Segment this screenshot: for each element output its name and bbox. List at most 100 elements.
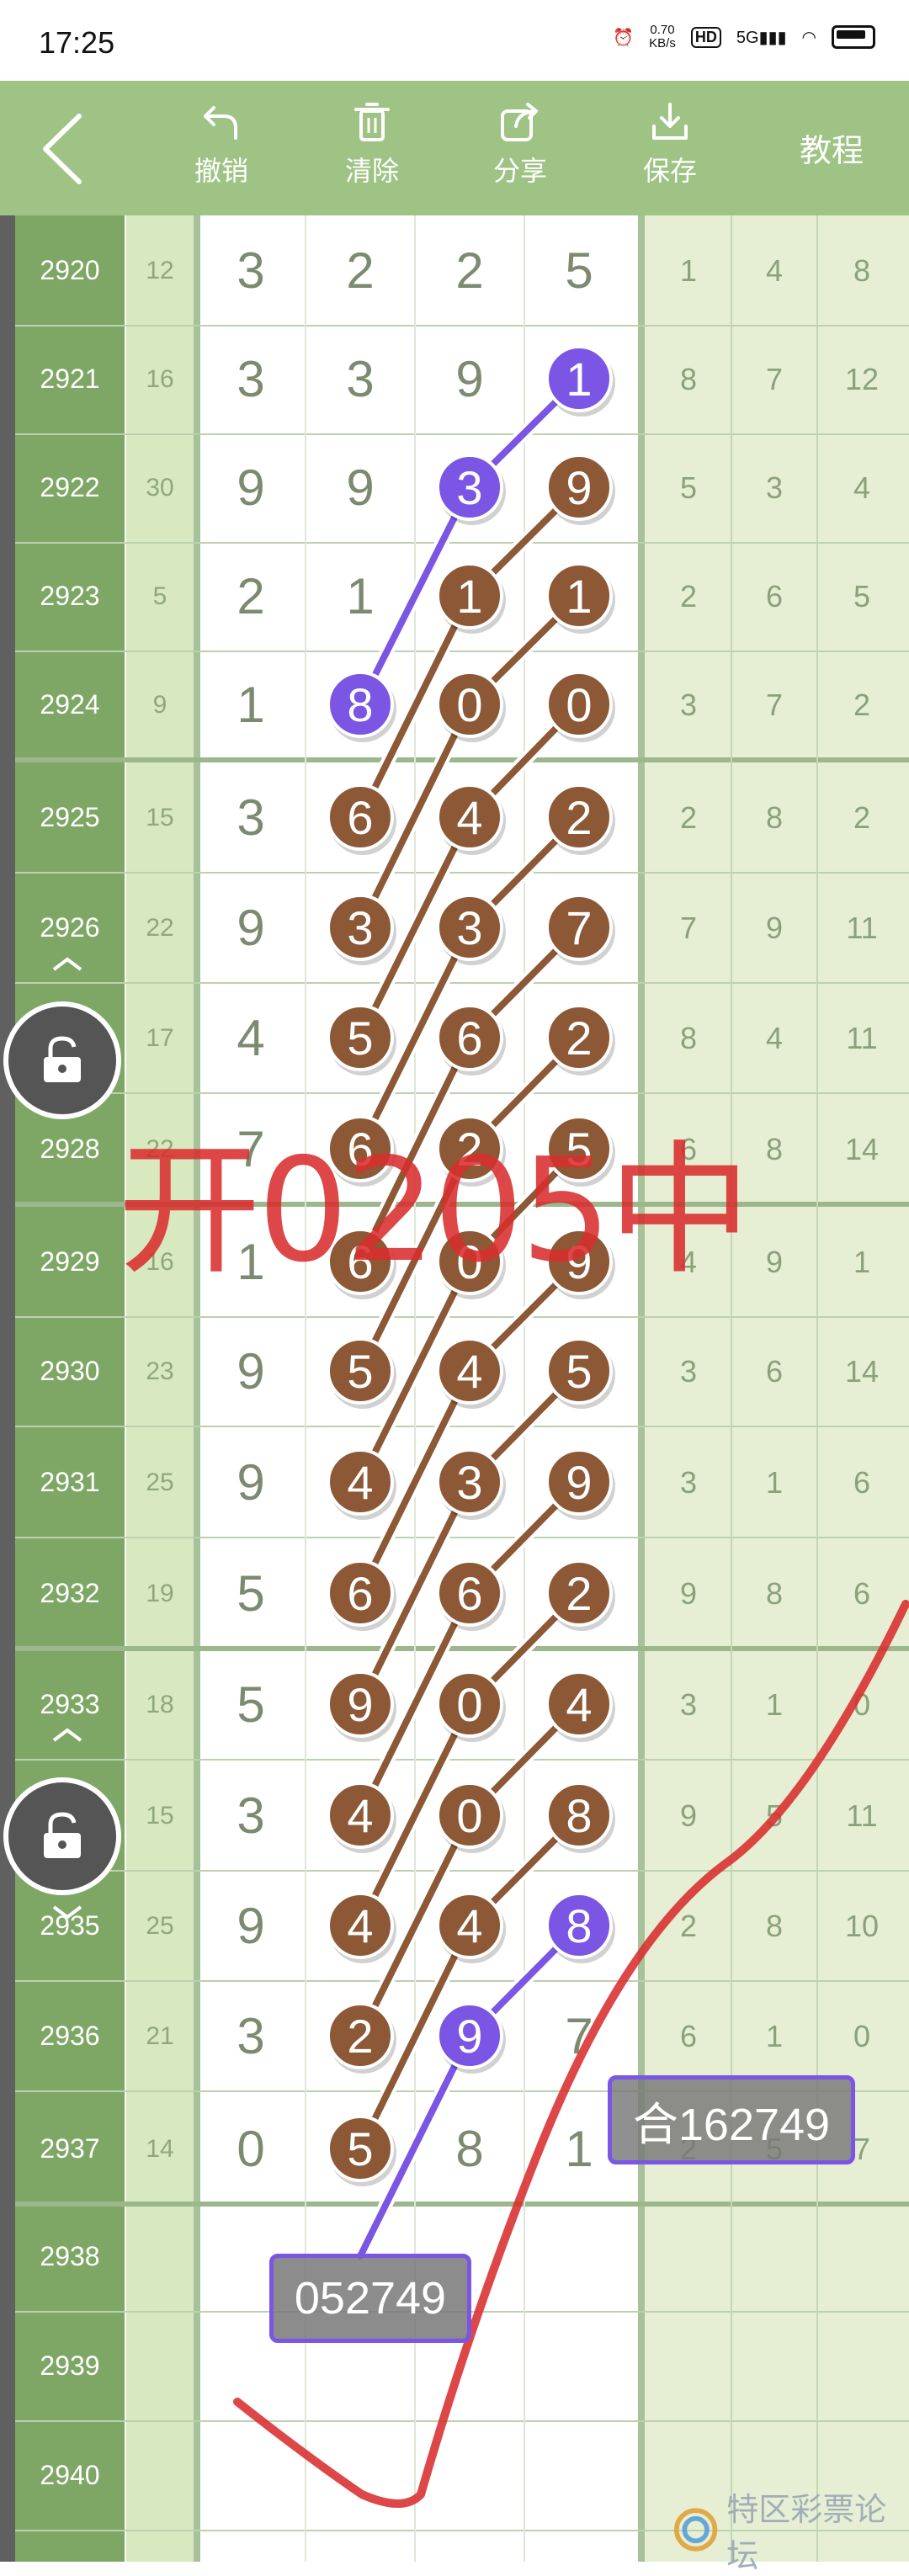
ball-digit: 3 — [456, 1456, 482, 1509]
drawn-ball[interactable]: 4 — [327, 1892, 396, 1963]
ball-digit: 6 — [347, 1567, 373, 1620]
ball-digit: 7 — [566, 901, 592, 954]
lock-button-bottom[interactable] — [3, 1777, 121, 1895]
drawn-ball[interactable]: 2 — [327, 2002, 396, 2074]
save-button[interactable]: 保存 — [619, 99, 720, 189]
ball-digit: 8 — [566, 1899, 592, 1952]
ball-digit: 4 — [456, 1345, 482, 1398]
ball-digit: 4 — [347, 1789, 373, 1842]
tutorial-button[interactable]: 教程 — [800, 125, 864, 171]
ball-digit: 6 — [456, 1567, 482, 1620]
wifi-icon: ◠ — [801, 28, 816, 47]
ball-digit: 5 — [566, 1345, 592, 1398]
ball-digit: 4 — [566, 1678, 592, 1731]
clear-button[interactable]: 清除 — [322, 99, 423, 189]
status-bar: 17:25 ⏰ 0.70 KB/s HD 5G▮▮▮ ◠ — [0, 0, 909, 81]
share-icon — [501, 103, 538, 141]
drawn-ball[interactable]: 5 — [327, 2115, 396, 2186]
drawn-ball[interactable]: 4 — [327, 1448, 396, 1520]
ball-digit: 5 — [347, 2122, 373, 2175]
drawn-ball[interactable]: 5 — [545, 1337, 615, 1409]
toolbar: 撤销 清除 分享 保存 教程 — [0, 81, 909, 215]
clear-label: 清除 — [344, 156, 399, 186]
ball-digit: 6 — [456, 1012, 482, 1065]
undo-button[interactable]: 撤销 — [171, 99, 272, 189]
undo-label: 撤销 — [194, 156, 248, 186]
drawn-ball[interactable]: 4 — [327, 1782, 396, 1853]
drawn-ball[interactable]: 2 — [545, 1004, 615, 1076]
drawn-ball[interactable]: 3 — [327, 894, 396, 965]
drawn-ball[interactable]: 8 — [545, 1782, 615, 1853]
drawn-ball[interactable]: 0 — [545, 671, 615, 742]
forum-watermark: 特区彩票论坛 — [673, 2493, 909, 2574]
ball-digit: 0 — [566, 678, 592, 731]
signal-icon: 5G▮▮▮ — [736, 28, 787, 47]
drawn-ball[interactable]: 6 — [327, 783, 396, 855]
chevron-up-icon[interactable] — [50, 956, 84, 973]
ball-digit: 5 — [347, 1012, 373, 1065]
ball-digit: 9 — [456, 2010, 482, 2063]
prediction-tag[interactable]: 052749 — [269, 2254, 471, 2343]
ball-digit: 3 — [456, 901, 482, 954]
drawn-ball[interactable]: 6 — [327, 1559, 396, 1631]
status-icons: ⏰ 0.70 KB/s HD 5G▮▮▮ ◠ — [613, 24, 875, 50]
ball-digit: 3 — [456, 461, 482, 514]
ball-digit: 8 — [566, 1789, 592, 1842]
drawn-ball[interactable]: 1 — [545, 345, 615, 417]
drawn-ball[interactable]: 1 — [545, 562, 615, 634]
drawn-ball[interactable]: 2 — [545, 1559, 615, 1631]
share-label: 分享 — [492, 156, 547, 186]
drawn-ball[interactable]: 8 — [545, 1892, 615, 1963]
download-icon — [652, 103, 688, 140]
share-button[interactable]: 分享 — [470, 99, 571, 189]
drawn-ball[interactable]: 9 — [545, 1448, 615, 1520]
ball-digit: 5 — [347, 1345, 373, 1398]
ball-digit: 0 — [456, 1678, 482, 1731]
lock-button-top[interactable] — [3, 1001, 121, 1119]
trash-icon — [354, 103, 390, 141]
sum-tag[interactable]: 合162749 — [608, 2075, 855, 2164]
logo-icon — [673, 2508, 718, 2552]
watermark-label: 特区彩票论坛 — [726, 2493, 887, 2574]
ball-digit: 8 — [347, 678, 373, 731]
back-button[interactable] — [37, 111, 104, 187]
chevron-up-icon[interactable] — [50, 1727, 84, 1744]
ball-digit: 0 — [456, 1789, 482, 1842]
handwritten-result-text: 开0205中 — [118, 1128, 752, 1294]
ball-digit: 2 — [566, 791, 592, 844]
ball-digit: 2 — [566, 1012, 592, 1065]
drawn-ball[interactable]: 9 — [327, 1670, 396, 1742]
ball-digit: 1 — [566, 570, 592, 623]
ball-digit: 4 — [347, 1899, 373, 1952]
ball-digit: 2 — [566, 1567, 592, 1620]
ball-digit: 0 — [456, 678, 482, 731]
unlock-icon — [44, 1812, 81, 1858]
hd-icon: HD — [690, 26, 721, 48]
unlock-icon — [44, 1036, 81, 1082]
undo-icon — [204, 106, 237, 140]
ball-digit: 1 — [456, 570, 482, 623]
ball-digit: 9 — [566, 1456, 592, 1509]
drawn-ball[interactable]: 9 — [545, 454, 615, 525]
drawn-ball[interactable]: 5 — [327, 1004, 396, 1076]
ball-digit: 4 — [456, 1899, 482, 1952]
ball-digit: 6 — [347, 791, 373, 844]
status-time: 17:25 — [39, 25, 115, 60]
network-speed: 0.70 KB/s — [649, 23, 676, 50]
ball-digit: 4 — [347, 1456, 373, 1509]
ball-digit: 4 — [456, 791, 482, 844]
ball-digit: 2 — [347, 2010, 373, 2063]
drawn-ball[interactable]: 5 — [327, 1337, 396, 1409]
save-label: 保存 — [642, 156, 697, 186]
ball-digit: 9 — [347, 1678, 373, 1731]
chevron-left-icon — [43, 114, 82, 184]
ball-digit: 3 — [347, 901, 373, 954]
chart-overlay[interactable]: 1389161030452367662255049465399642044028… — [0, 215, 909, 2562]
drawn-ball[interactable]: 8 — [327, 671, 396, 742]
drawn-ball[interactable]: 2 — [545, 783, 615, 855]
drawn-ball[interactable]: 4 — [545, 1670, 615, 1742]
drawn-ball[interactable]: 7 — [545, 894, 615, 965]
battery-icon — [832, 25, 875, 49]
ball-digit: 9 — [566, 461, 592, 514]
chevron-down-icon[interactable] — [50, 1904, 84, 1920]
